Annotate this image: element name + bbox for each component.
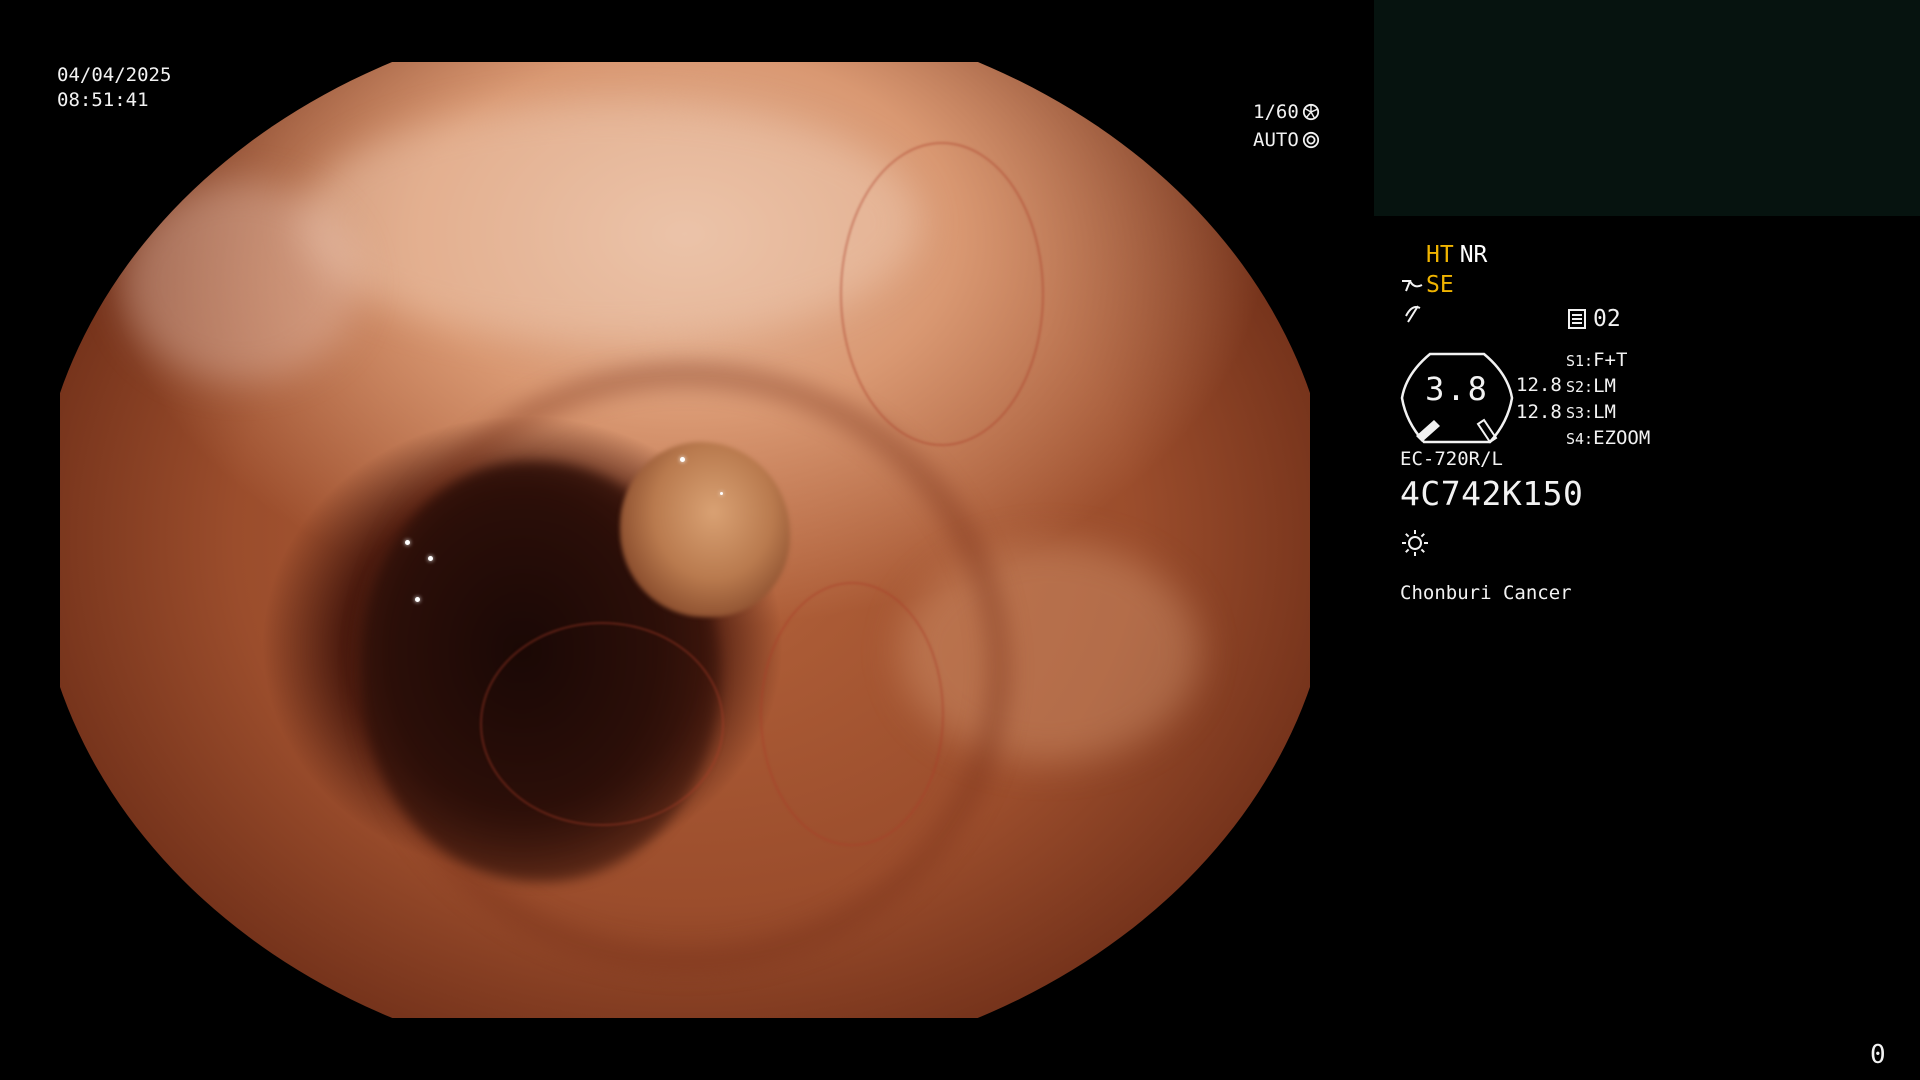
gauge-value: 3.8 [1425,370,1489,408]
switch-s1: S1:F+T [1566,349,1628,371]
pip-panel [1374,0,1920,216]
nr-mode: NR [1459,242,1488,268]
ht-mode: HT [1426,242,1454,268]
switch-s2: S2:LM [1566,375,1616,397]
gauge-readout-bottom: 12.8 [1516,401,1562,423]
switch-s4: S4:EZOOM [1566,427,1651,449]
preset-icon [1568,309,1586,329]
frame-counter: 0 [1870,1040,1886,1070]
endoscopy-monitor: 04/04/2025 08:51:41 1/60 AUTO HT NR SE 0… [0,0,1920,1080]
shutter-icon [1302,103,1319,121]
iris-icon [1302,131,1319,149]
date-time: 04/04/2025 08:51:41 [57,63,171,113]
preset-indicator: 02 [1567,306,1621,332]
time-text: 08:51:41 [57,89,149,111]
institution-name: Chonburi Cancer [1400,582,1572,604]
gauge-readout-top: 12.8 [1516,374,1562,396]
scope-switch-assignments: S1:F+T S2:LM S3:LM S4:EZOOM [1566,348,1650,452]
se-mode: SE [1426,272,1454,298]
color-tone-icon [1405,305,1421,323]
processing-modes: HT NR [1426,242,1487,268]
structure-enhance-icon [1402,280,1423,292]
date-text: 04/04/2025 [57,64,172,86]
gauge-readouts: 12.8 12.8 [1516,372,1562,426]
switch-s3: S3:LM [1566,401,1616,423]
light-source-icon [1402,530,1428,556]
preset-number: 02 [1593,306,1621,332]
iris-mode: AUTO [1253,129,1299,151]
endoscopic-image [60,62,1310,1018]
exposure-info: 1/60 AUTO [1253,98,1320,154]
shutter-speed: 1/60 [1253,101,1299,123]
scope-model: EC-720R/L [1400,448,1503,470]
zoom-gauge: 3.8 [1400,350,1514,446]
scope-serial: 4C742K150 [1400,474,1584,513]
